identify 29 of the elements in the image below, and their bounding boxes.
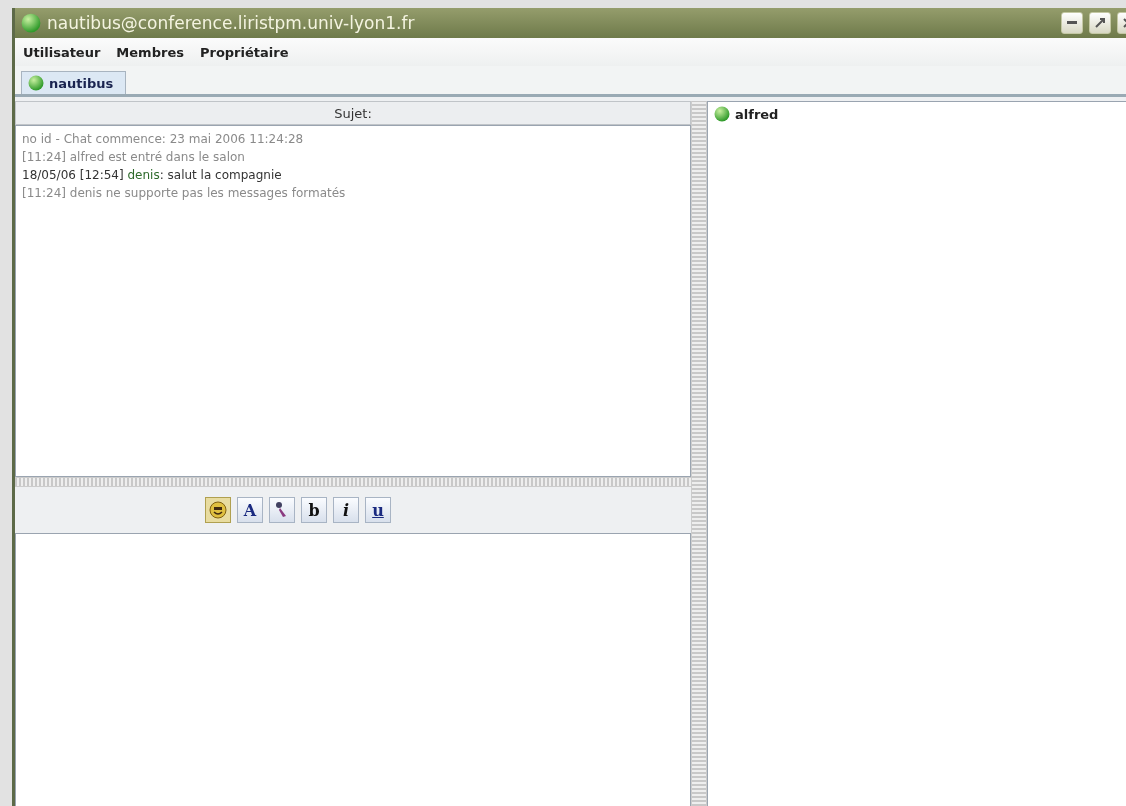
tab[interactable]: nautibus xyxy=(21,71,127,94)
chat-message: 18/05/06 [12:54] denis: salut la compagnie xyxy=(22,167,283,184)
status-message: [11:24] denis ne supporte pas les messages formatés xyxy=(22,185,347,202)
splitter-handle[interactable] xyxy=(691,101,707,806)
bold-button[interactable]: b xyxy=(301,497,327,523)
window-title: nautibus@conference.liristpm.univ-lyon1.fr xyxy=(47,13,416,33)
maximize-button[interactable] xyxy=(1089,12,1111,34)
maximize-icon xyxy=(1095,18,1105,28)
status-message: no id - Chat commence: 23 mai 2006 11:24:28 xyxy=(22,131,305,148)
subject-header: Sujet: xyxy=(15,101,691,125)
emoticon-button[interactable] xyxy=(205,497,231,523)
font-button[interactable]: A xyxy=(237,497,263,523)
minimize-button[interactable] xyxy=(1061,12,1083,34)
menu-item[interactable]: Propriétaire xyxy=(199,44,289,60)
status-ball-icon xyxy=(28,75,44,91)
menu-item[interactable]: Membres xyxy=(116,44,184,60)
tab-label: nautibus xyxy=(49,75,114,91)
message-input[interactable] xyxy=(15,533,691,806)
app-icon xyxy=(21,13,41,33)
member-name[interactable]: alfred xyxy=(735,106,779,122)
menu-item[interactable]: Utilisateur xyxy=(23,44,101,60)
color-button[interactable] xyxy=(269,497,295,523)
status-message: [11:24] alfred est entré dans le salon xyxy=(22,149,246,166)
status-ball-icon xyxy=(714,106,730,122)
splitter-handle[interactable] xyxy=(15,477,691,487)
underline-button[interactable]: u xyxy=(365,497,391,523)
italic-button[interactable]: i xyxy=(333,497,359,523)
minimize-icon xyxy=(1067,21,1077,25)
smiley-icon xyxy=(209,501,227,519)
